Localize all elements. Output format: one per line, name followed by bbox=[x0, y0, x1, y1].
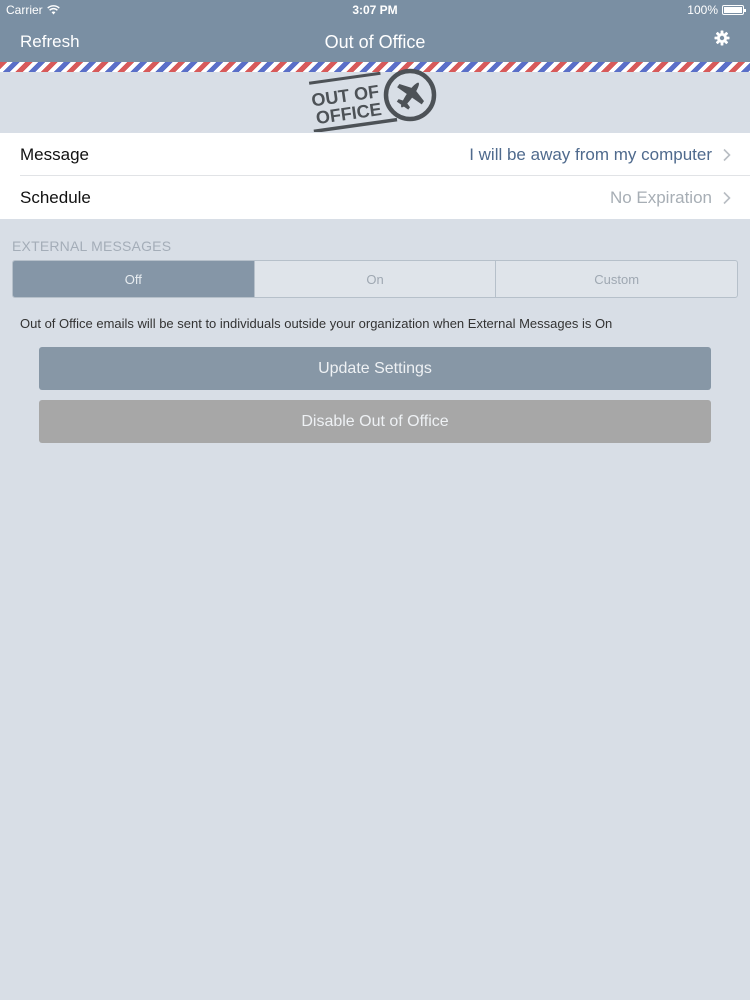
external-messages-header: EXTERNAL MESSAGES bbox=[12, 238, 172, 254]
settings-list: Message I will be away from my computer … bbox=[0, 133, 750, 219]
schedule-row[interactable]: Schedule No Expiration bbox=[0, 176, 750, 219]
message-label: Message bbox=[20, 144, 89, 164]
external-messages-segmented-control: Off On Custom bbox=[12, 260, 738, 298]
airplane-icon bbox=[383, 68, 437, 122]
navigation-bar: Carrier 3:07 PM 100% Refresh Out of Offi… bbox=[0, 0, 750, 64]
gear-icon[interactable] bbox=[714, 30, 730, 46]
segment-custom[interactable]: Custom bbox=[495, 261, 737, 297]
battery-icon bbox=[722, 5, 746, 15]
out-of-office-logo: OUT OF OFFICE bbox=[306, 66, 446, 134]
status-bar: Carrier 3:07 PM 100% bbox=[0, 0, 750, 20]
segment-on[interactable]: On bbox=[253, 261, 496, 297]
message-row[interactable]: Message I will be away from my computer bbox=[0, 133, 750, 176]
external-messages-info: Out of Office emails will be sent to ind… bbox=[20, 316, 613, 331]
chevron-right-icon bbox=[723, 148, 731, 161]
page-title: Out of Office bbox=[324, 32, 426, 52]
battery-percent: 100% bbox=[687, 3, 718, 17]
segment-off[interactable]: Off bbox=[13, 261, 254, 297]
schedule-value: No Expiration bbox=[609, 187, 712, 207]
message-value: I will be away from my computer bbox=[469, 144, 712, 164]
disable-out-of-office-button[interactable]: Disable Out of Office bbox=[39, 400, 711, 443]
chevron-right-icon bbox=[723, 191, 731, 204]
status-time: 3:07 PM bbox=[352, 3, 398, 17]
schedule-label: Schedule bbox=[20, 187, 91, 207]
logo-graphic: OUT OF OFFICE bbox=[308, 68, 437, 134]
update-settings-button[interactable]: Update Settings bbox=[39, 347, 711, 390]
battery-indicator: 100% bbox=[687, 3, 746, 17]
